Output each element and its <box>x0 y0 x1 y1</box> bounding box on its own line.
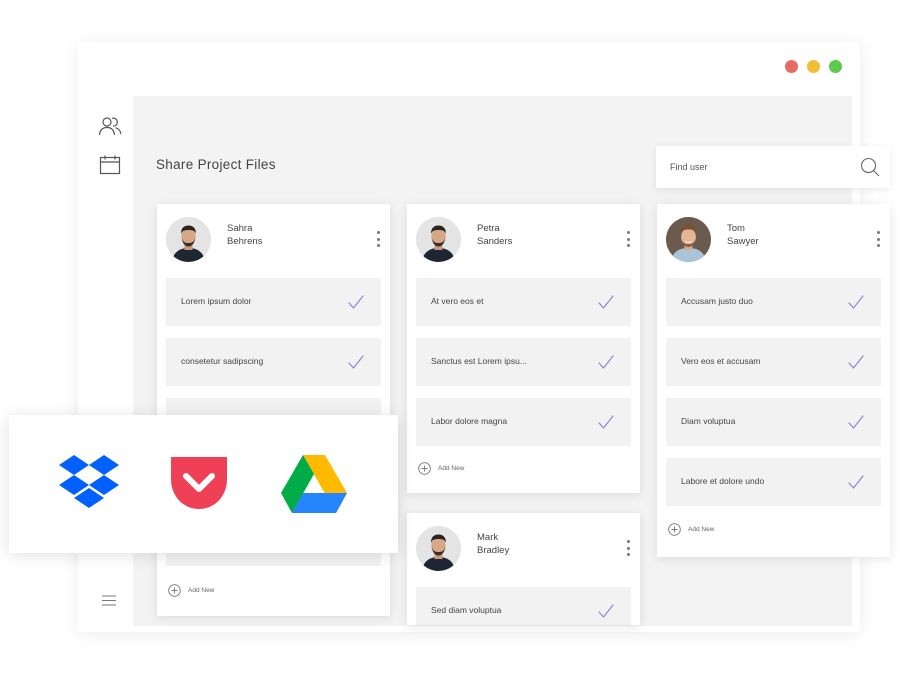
plus-icon <box>168 584 181 597</box>
add-new-button[interactable]: Add New <box>668 522 714 536</box>
more-options-icon[interactable] <box>625 231 631 247</box>
search-icon[interactable] <box>860 157 880 177</box>
check-icon[interactable] <box>597 353 615 371</box>
task-item[interactable]: Vero eos et accusam <box>666 338 881 386</box>
more-options-icon[interactable] <box>375 231 381 247</box>
user-card-mark: Mark Bradley Sed diam voluptua <box>407 513 640 625</box>
user-card-tom: Tom Sawyer Accusam justo duo Vero eos et … <box>657 204 890 557</box>
task-item[interactable]: Sed diam voluptua <box>416 587 631 625</box>
task-item[interactable]: Lorem ipsum dolor <box>166 278 381 326</box>
task-item[interactable]: Sanctus est Lorem ipsu... <box>416 338 631 386</box>
user-name: Tom Sawyer <box>727 223 759 247</box>
add-new-button[interactable]: Add New <box>168 583 214 597</box>
find-user-search <box>656 146 890 188</box>
search-input[interactable] <box>670 146 850 188</box>
user-name: Sahra Behrens <box>227 223 263 247</box>
close-window-button[interactable] <box>785 60 798 73</box>
plus-icon <box>418 462 431 475</box>
add-new-button[interactable]: Add New <box>418 461 464 475</box>
check-icon[interactable] <box>597 413 615 431</box>
google-drive-icon[interactable] <box>281 455 347 513</box>
task-item[interactable]: Accusam justo duo <box>666 278 881 326</box>
check-icon[interactable] <box>847 413 865 431</box>
check-icon[interactable] <box>597 602 615 620</box>
user-card-petra: Petra Sanders At vero eos et Sanctus est … <box>407 204 640 493</box>
avatar <box>666 217 711 262</box>
integrations-panel <box>9 415 398 553</box>
check-icon[interactable] <box>847 473 865 491</box>
check-icon[interactable] <box>347 353 365 371</box>
avatar <box>416 217 461 262</box>
check-icon[interactable] <box>597 293 615 311</box>
task-item[interactable]: consetetur sadipscing <box>166 338 381 386</box>
task-item[interactable]: Diam voluptua <box>666 398 881 446</box>
avatar <box>166 217 211 262</box>
minimize-window-button[interactable] <box>807 60 820 73</box>
avatar <box>416 526 461 571</box>
dropbox-icon[interactable] <box>59 455 119 512</box>
menu-icon[interactable] <box>102 595 116 606</box>
user-card-sahra: Sahra Behrens Lorem ipsum dolor consetetu… <box>157 204 390 616</box>
page-title: Share Project Files <box>156 157 276 172</box>
check-icon[interactable] <box>347 293 365 311</box>
maximize-window-button[interactable] <box>829 60 842 73</box>
check-icon[interactable] <box>847 293 865 311</box>
users-icon[interactable] <box>98 114 122 138</box>
check-icon[interactable] <box>847 353 865 371</box>
task-item[interactable]: Labor dolore magna <box>416 398 631 446</box>
more-options-icon[interactable] <box>625 540 631 556</box>
pocket-icon[interactable] <box>171 457 227 509</box>
user-name: Mark Bradley <box>477 532 510 556</box>
user-name: Petra Sanders <box>477 223 513 247</box>
plus-icon <box>668 523 681 536</box>
task-item[interactable]: At vero eos et <box>416 278 631 326</box>
calendar-icon[interactable] <box>98 153 122 177</box>
task-item[interactable]: Labore et dolore undo <box>666 458 881 506</box>
more-options-icon[interactable] <box>875 231 881 247</box>
